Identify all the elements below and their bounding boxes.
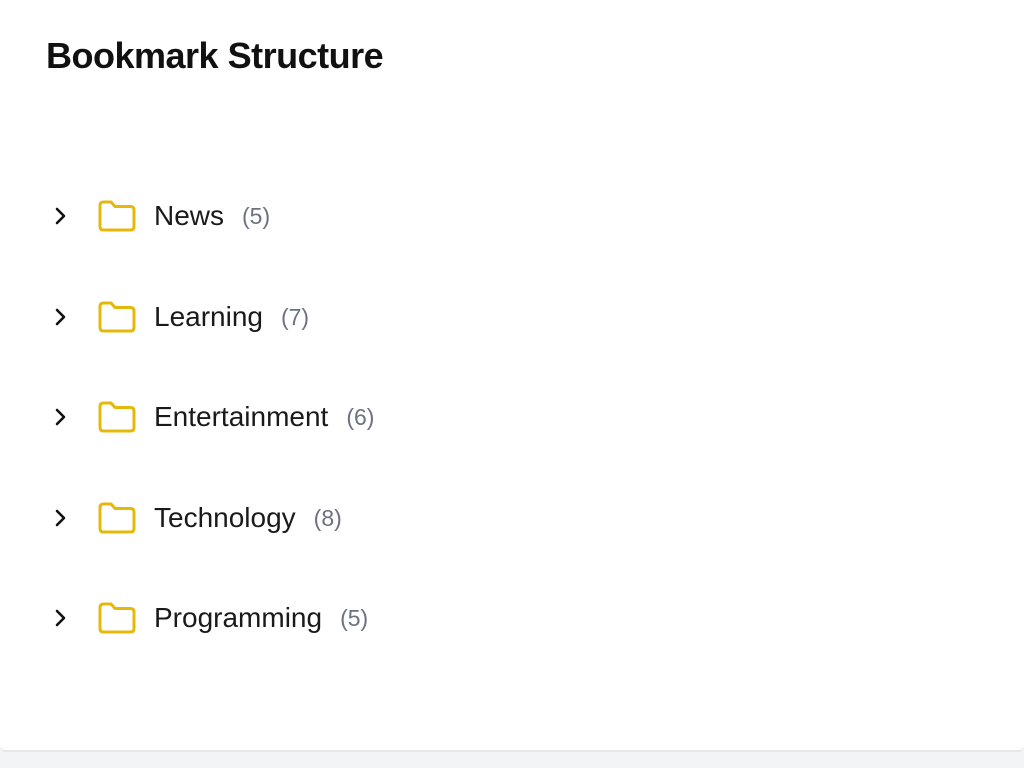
- folder-count: (7): [280, 303, 310, 330]
- chevron-right-icon[interactable]: [44, 400, 78, 434]
- chevron-right-icon[interactable]: [44, 199, 78, 233]
- folder-item[interactable]: Learning (7): [44, 267, 374, 368]
- bookmark-panel: Bookmark Structure News (5) Learning (7): [0, 0, 1024, 752]
- chevron-right-icon[interactable]: [44, 501, 78, 535]
- folder-icon: [96, 400, 138, 434]
- folder-icon: [96, 601, 138, 635]
- folder-count: (5): [340, 605, 369, 632]
- folder-item[interactable]: Programming (5): [44, 568, 374, 669]
- folder-item[interactable]: Technology (8): [44, 468, 374, 569]
- folder-count: (5): [242, 203, 271, 230]
- folder-count: (6): [346, 404, 375, 431]
- folder-name: Entertainment: [154, 401, 329, 433]
- folder-name: Programming: [154, 602, 323, 634]
- folder-count: (8): [313, 504, 342, 531]
- bookmark-tree: News (5) Learning (7) Entertainment (6): [44, 166, 374, 669]
- folder-icon: [96, 501, 138, 535]
- folder-icon: [96, 199, 138, 233]
- chevron-right-icon[interactable]: [44, 601, 78, 635]
- folder-icon: [96, 300, 138, 334]
- folder-item[interactable]: News (5): [44, 166, 374, 267]
- page-title: Bookmark Structure: [46, 35, 384, 76]
- folder-name: Learning: [154, 300, 263, 332]
- folder-name: Technology: [154, 501, 296, 533]
- folder-item[interactable]: Entertainment (6): [44, 367, 374, 468]
- folder-name: News: [154, 200, 225, 232]
- chevron-right-icon[interactable]: [44, 300, 78, 334]
